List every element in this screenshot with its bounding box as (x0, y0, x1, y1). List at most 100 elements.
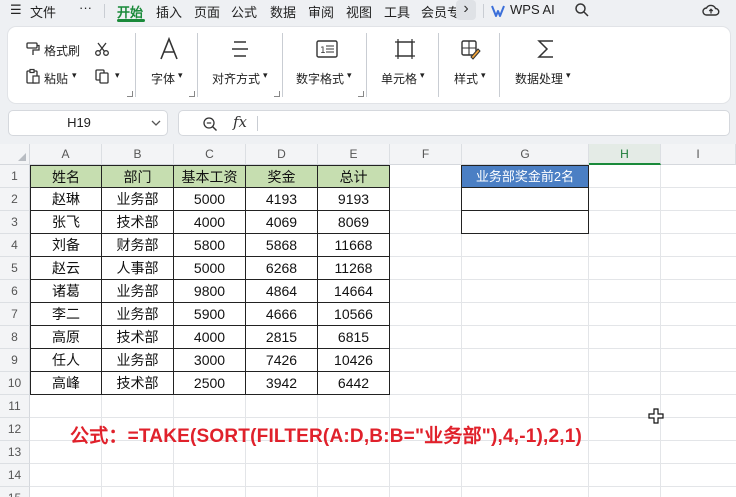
number-format-dialog-launcher[interactable] (358, 91, 364, 97)
table-header-salary[interactable]: 基本工资 (174, 165, 246, 188)
tab-data[interactable]: 数据 (270, 2, 296, 21)
table-header-total[interactable]: 总计 (318, 165, 390, 188)
row-header-5[interactable]: 5 (0, 257, 30, 280)
table-cell[interactable]: 4000 (174, 326, 246, 349)
formula-input[interactable] (263, 113, 717, 135)
row-header-12[interactable]: 12 (0, 418, 30, 441)
table-cell[interactable]: 技术部 (102, 326, 174, 349)
table-cell[interactable]: 11668 (318, 234, 390, 257)
table-cell[interactable]: 7426 (246, 349, 318, 372)
table-cell[interactable]: 5000 (174, 188, 246, 211)
table-cell[interactable]: 业务部 (102, 280, 174, 303)
style-button[interactable]: 样式 (454, 70, 478, 87)
row-header-4[interactable]: 4 (0, 234, 30, 257)
result-header-cell[interactable]: 业务部奖金前2名 (461, 165, 589, 188)
clipboard-dialog-launcher[interactable] (127, 91, 133, 97)
tab-member[interactable]: 会员专 (421, 2, 457, 21)
chevron-down-icon[interactable]: ▾ (566, 70, 571, 81)
table-cell[interactable]: 技术部 (102, 211, 174, 234)
column-header-c[interactable]: C (174, 144, 246, 165)
table-cell[interactable]: 高峰 (30, 372, 102, 395)
table-cell[interactable]: 业务部 (102, 188, 174, 211)
chevron-down-icon[interactable]: ▾ (420, 70, 425, 81)
column-header-h[interactable]: H (589, 144, 661, 165)
paste-button[interactable]: 粘贴 (44, 70, 68, 87)
table-cell[interactable]: 6815 (318, 326, 390, 349)
data-process-button[interactable]: 数据处理 (515, 70, 563, 87)
row-header-11[interactable]: 11 (0, 395, 30, 418)
font-button[interactable]: 字体 (151, 70, 175, 87)
table-cell[interactable]: 5800 (174, 234, 246, 257)
cut-icon[interactable] (94, 41, 110, 57)
row-header-13[interactable]: 13 (0, 441, 30, 464)
table-cell[interactable]: 3000 (174, 349, 246, 372)
chevron-down-icon[interactable]: ▾ (481, 70, 486, 81)
hamburger-icon[interactable]: ☰ (10, 2, 22, 18)
row-header-1[interactable]: 1 (0, 165, 30, 188)
row-header-14[interactable]: 14 (0, 464, 30, 487)
table-cell[interactable]: 11268 (318, 257, 390, 280)
table-cell[interactable]: 技术部 (102, 372, 174, 395)
table-header-name[interactable]: 姓名 (30, 165, 102, 188)
row-header-10[interactable]: 10 (0, 372, 30, 395)
table-cell[interactable]: 2815 (246, 326, 318, 349)
fx-icon[interactable]: fx (233, 113, 247, 131)
table-header-dept[interactable]: 部门 (102, 165, 174, 188)
table-cell[interactable]: 6268 (246, 257, 318, 280)
table-cell[interactable]: 8069 (318, 211, 390, 234)
chevron-down-icon[interactable]: ▾ (72, 70, 77, 81)
row-header-15[interactable]: 15 (0, 487, 30, 497)
copy-icon[interactable] (94, 68, 110, 84)
table-cell[interactable]: 5868 (246, 234, 318, 257)
table-cell[interactable]: 业务部 (102, 349, 174, 372)
tab-scroll-right-button[interactable]: › (456, 0, 476, 20)
table-cell[interactable]: 4666 (246, 303, 318, 326)
result-cell-g3[interactable] (461, 211, 589, 234)
table-cell[interactable]: 5900 (174, 303, 246, 326)
row-header-7[interactable]: 7 (0, 303, 30, 326)
row-header-3[interactable]: 3 (0, 211, 30, 234)
table-cell[interactable]: 张飞 (30, 211, 102, 234)
result-cell-g2[interactable] (461, 188, 589, 211)
select-all-corner[interactable] (0, 144, 30, 165)
table-cell[interactable]: 诸葛 (30, 280, 102, 303)
table-cell[interactable]: 4864 (246, 280, 318, 303)
column-header-a[interactable]: A (30, 144, 102, 165)
tab-view[interactable]: 视图 (346, 2, 372, 21)
column-header-f[interactable]: F (390, 144, 462, 165)
spreadsheet-grid[interactable]: A B C D E F G H I 1 2 3 4 5 6 7 8 9 10 1… (0, 144, 736, 497)
zoom-icon[interactable] (202, 116, 218, 132)
column-header-d[interactable]: D (246, 144, 318, 165)
chevron-down-icon[interactable]: ▾ (263, 70, 268, 81)
table-cell[interactable]: 3942 (246, 372, 318, 395)
menu-file[interactable]: 文件 (30, 2, 56, 21)
table-cell[interactable]: 5000 (174, 257, 246, 280)
number-format-button[interactable]: 数字格式 (296, 70, 344, 87)
table-cell[interactable]: 10566 (318, 303, 390, 326)
table-cell[interactable]: 业务部 (102, 303, 174, 326)
tab-review[interactable]: 审阅 (308, 2, 334, 21)
table-cell[interactable]: 9800 (174, 280, 246, 303)
column-header-g[interactable]: G (462, 144, 589, 165)
row-header-2[interactable]: 2 (0, 188, 30, 211)
chevron-down-icon[interactable]: ▾ (347, 70, 352, 81)
table-cell[interactable]: 4069 (246, 211, 318, 234)
table-cell[interactable]: 赵云 (30, 257, 102, 280)
table-cell[interactable]: 任人 (30, 349, 102, 372)
search-icon[interactable] (574, 2, 590, 18)
name-box[interactable]: H19 (8, 110, 168, 136)
table-cell[interactable]: 高原 (30, 326, 102, 349)
table-cell[interactable]: 人事部 (102, 257, 174, 280)
table-cell[interactable]: 6442 (318, 372, 390, 395)
chevron-down-icon[interactable]: ▾ (178, 70, 183, 81)
column-header-e[interactable]: E (318, 144, 390, 165)
tab-page[interactable]: 页面 (194, 2, 220, 21)
align-dialog-launcher[interactable] (274, 91, 280, 97)
format-painter-button[interactable]: 格式刷 (44, 42, 80, 59)
table-cell[interactable]: 14664 (318, 280, 390, 303)
column-header-b[interactable]: B (102, 144, 174, 165)
more-icon[interactable]: ··· (79, 0, 92, 15)
row-header-6[interactable]: 6 (0, 280, 30, 303)
tab-formula[interactable]: 公式 (231, 2, 257, 21)
table-cell[interactable]: 刘备 (30, 234, 102, 257)
